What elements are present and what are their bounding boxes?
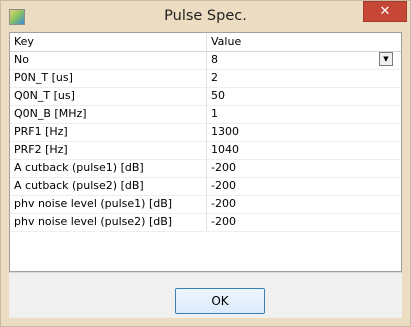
value-cell[interactable]: -200 xyxy=(207,195,401,213)
key-cell: phv noise level (pulse1) [dB] xyxy=(10,195,207,213)
key-cell: phv noise level (pulse2) [dB] xyxy=(10,213,207,231)
table-row[interactable]: A cutback (pulse1) [dB] -200 xyxy=(10,159,401,178)
value-cell[interactable]: -200 xyxy=(207,159,401,177)
title-bar[interactable]: Pulse Spec. ✕ xyxy=(1,1,410,32)
value-cell[interactable]: -200 xyxy=(207,213,401,231)
dropdown-arrow-icon[interactable]: ▼ xyxy=(379,52,393,66)
pulse-spec-dialog: Pulse Spec. ✕ Key Value No 8 ▼ P0N_T [us… xyxy=(0,0,411,327)
key-cell: Q0N_B [MHz] xyxy=(10,105,207,123)
table-row[interactable]: PRF1 [Hz] 1300 xyxy=(10,123,401,142)
value-cell[interactable]: 8 xyxy=(207,51,401,69)
ok-button[interactable]: OK xyxy=(175,288,265,314)
table-row[interactable]: No 8 ▼ xyxy=(10,51,401,70)
column-header-key[interactable]: Key xyxy=(10,33,207,51)
property-grid: Key Value No 8 ▼ P0N_T [us] 2 Q0N_T [us]… xyxy=(9,32,402,272)
window-title: Pulse Spec. xyxy=(164,8,247,24)
key-cell: A cutback (pulse2) [dB] xyxy=(10,177,207,195)
key-cell: PRF1 [Hz] xyxy=(10,123,207,141)
table-row[interactable]: P0N_T [us] 2 xyxy=(10,69,401,88)
key-cell: A cutback (pulse1) [dB] xyxy=(10,159,207,177)
column-header-value[interactable]: Value xyxy=(207,33,401,51)
table-row[interactable]: A cutback (pulse2) [dB] -200 xyxy=(10,177,401,196)
value-cell[interactable]: 1300 xyxy=(207,123,401,141)
table-row[interactable]: PRF2 [Hz] 1040 xyxy=(10,141,401,160)
value-cell[interactable]: -200 xyxy=(207,177,401,195)
key-cell: No xyxy=(10,51,207,69)
table-row[interactable]: phv noise level (pulse2) [dB] -200 xyxy=(10,213,401,232)
key-cell: PRF2 [Hz] xyxy=(10,141,207,159)
table-row[interactable]: Q0N_T [us] 50 xyxy=(10,87,401,106)
value-cell[interactable]: 50 xyxy=(207,87,401,105)
value-cell[interactable]: 2 xyxy=(207,69,401,87)
value-cell[interactable]: 1 xyxy=(207,105,401,123)
grid-header: Key Value xyxy=(10,33,401,52)
footer-divider xyxy=(9,272,402,273)
value-cell[interactable]: 1040 xyxy=(207,141,401,159)
table-row[interactable]: Q0N_B [MHz] 1 xyxy=(10,105,401,124)
close-button[interactable]: ✕ xyxy=(363,1,407,22)
dialog-content: Key Value No 8 ▼ P0N_T [us] 2 Q0N_T [us]… xyxy=(9,32,402,318)
key-cell: Q0N_T [us] xyxy=(10,87,207,105)
table-row[interactable]: phv noise level (pulse1) [dB] -200 xyxy=(10,195,401,214)
key-cell: P0N_T [us] xyxy=(10,69,207,87)
